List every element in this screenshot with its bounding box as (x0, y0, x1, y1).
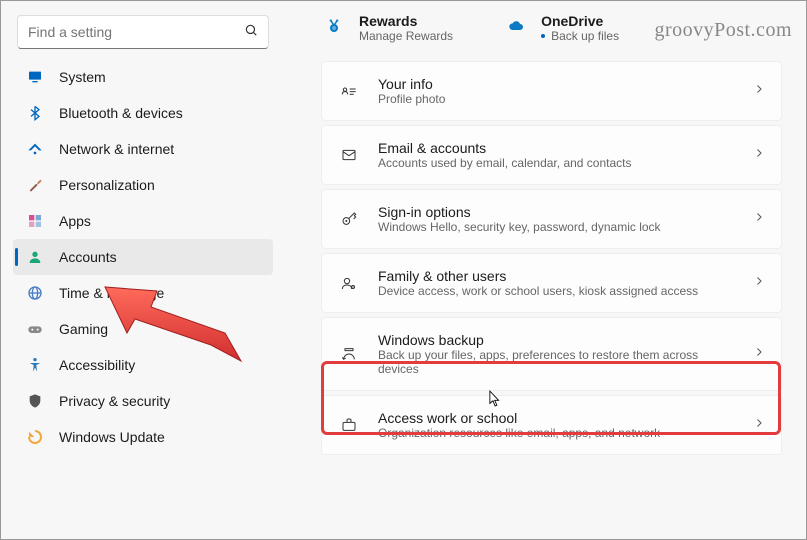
card-list: Your infoProfile photoEmail & accountsAc… (321, 61, 782, 455)
people-icon (338, 272, 360, 294)
idcard-icon (338, 80, 360, 102)
sidebar: System Bluetooth & devices Network & inter… (1, 1, 281, 539)
card-sub: Profile photo (378, 92, 735, 106)
search-input[interactable] (28, 24, 244, 40)
bluetooth-icon (27, 105, 43, 121)
globe-icon (27, 285, 43, 301)
mail-icon (338, 144, 360, 166)
search-icon (244, 23, 258, 42)
wifi-icon (27, 141, 43, 157)
briefcase-icon (338, 414, 360, 436)
sidebar-item-label: Bluetooth & devices (59, 105, 183, 121)
card-sub: Accounts used by email, calendar, and co… (378, 156, 735, 170)
header-tile-rewards[interactable]: RewardsManage Rewards (321, 13, 453, 43)
sidebar-item-label: Network & internet (59, 141, 174, 157)
update-icon (27, 429, 43, 445)
sidebar-item-windows-update[interactable]: Windows Update (13, 419, 273, 455)
card-your-info[interactable]: Your infoProfile photo (321, 61, 782, 121)
gamepad-icon (27, 321, 43, 337)
card-sub: Organization resources like email, apps,… (378, 426, 735, 440)
card-sub: Device access, work or school users, kio… (378, 284, 735, 298)
sidebar-item-accounts[interactable]: Accounts (13, 239, 273, 275)
chevron-right-icon (753, 82, 765, 100)
sidebar-item-personalization[interactable]: Personalization (13, 167, 273, 203)
tile-title: OneDrive (541, 13, 619, 29)
nav-list: System Bluetooth & devices Network & inter… (9, 59, 277, 455)
tile-sub: Back up files (541, 29, 619, 43)
chevron-right-icon (753, 274, 765, 292)
sidebar-item-system[interactable]: System (13, 59, 273, 95)
cloud-icon (503, 13, 529, 39)
sidebar-item-label: Accounts (59, 249, 117, 265)
brush-icon (27, 177, 43, 193)
sidebar-item-label: Windows Update (59, 429, 165, 445)
sidebar-item-label: Time & language (59, 285, 164, 301)
sidebar-item-apps[interactable]: Apps (13, 203, 273, 239)
card-family-other-users[interactable]: Family & other usersDevice access, work … (321, 253, 782, 313)
accessibility-icon (27, 357, 43, 373)
sidebar-item-network-internet[interactable]: Network & internet (13, 131, 273, 167)
apps-icon (27, 213, 43, 229)
card-sub: Windows Hello, security key, password, d… (378, 220, 735, 234)
card-email-accounts[interactable]: Email & accountsAccounts used by email, … (321, 125, 782, 185)
chevron-right-icon (753, 416, 765, 434)
sidebar-item-privacy-security[interactable]: Privacy & security (13, 383, 273, 419)
cursor-icon (489, 390, 503, 408)
card-title: Email & accounts (378, 140, 735, 156)
shield-icon (27, 393, 43, 409)
sidebar-item-label: Apps (59, 213, 91, 229)
card-title: Family & other users (378, 268, 735, 284)
card-access-work-or-school[interactable]: Access work or schoolOrganization resour… (321, 395, 782, 455)
card-sub: Back up your files, apps, preferences to… (378, 348, 735, 376)
monitor-icon (27, 69, 43, 85)
card-windows-backup[interactable]: Windows backupBack up your files, apps, … (321, 317, 782, 391)
sidebar-item-bluetooth-devices[interactable]: Bluetooth & devices (13, 95, 273, 131)
chevron-right-icon (753, 345, 765, 363)
tile-sub: Manage Rewards (359, 29, 453, 43)
sidebar-item-label: Accessibility (59, 357, 135, 373)
sidebar-item-label: Personalization (59, 177, 155, 193)
person-icon (27, 249, 43, 265)
sidebar-item-label: Privacy & security (59, 393, 170, 409)
tile-title: Rewards (359, 13, 453, 29)
medal-icon (321, 13, 347, 39)
header-tile-onedrive[interactable]: OneDriveBack up files (503, 13, 619, 43)
card-sign-in-options[interactable]: Sign-in optionsWindows Hello, security k… (321, 189, 782, 249)
search-input-wrap[interactable] (17, 15, 269, 49)
key-icon (338, 208, 360, 230)
card-title: Access work or school (378, 410, 735, 426)
sidebar-item-label: System (59, 69, 106, 85)
sidebar-item-label: Gaming (59, 321, 108, 337)
sidebar-item-time-language[interactable]: Time & language (13, 275, 273, 311)
sidebar-item-accessibility[interactable]: Accessibility (13, 347, 273, 383)
chevron-right-icon (753, 146, 765, 164)
sidebar-item-gaming[interactable]: Gaming (13, 311, 273, 347)
main-panel: RewardsManage Rewards OneDriveBack up fil… (281, 1, 806, 539)
chevron-right-icon (753, 210, 765, 228)
card-title: Windows backup (378, 332, 735, 348)
watermark: groovyPost.com (654, 19, 792, 42)
card-title: Sign-in options (378, 204, 735, 220)
backup-icon (338, 343, 360, 365)
card-title: Your info (378, 76, 735, 92)
